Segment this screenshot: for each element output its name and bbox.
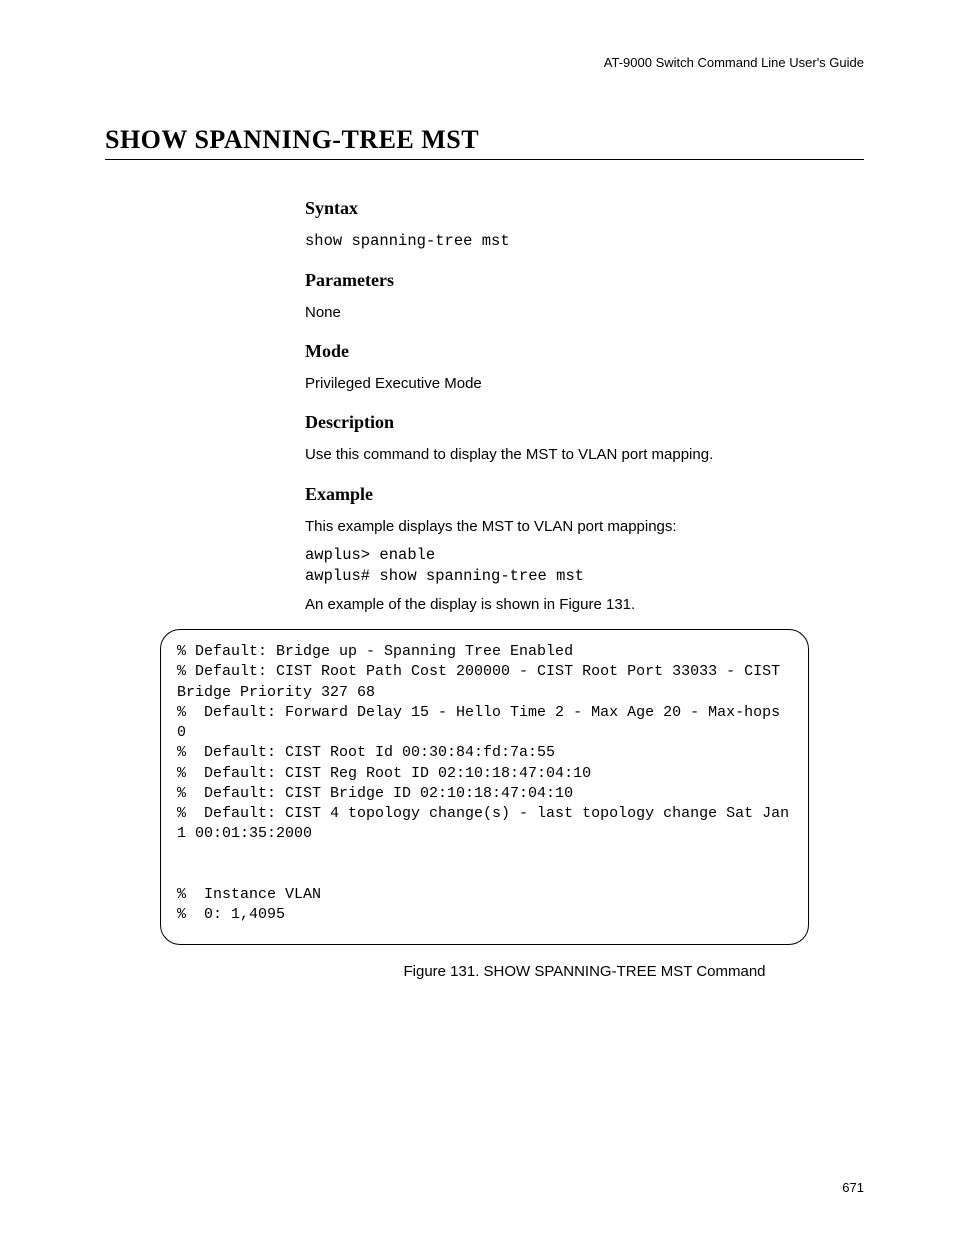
description-text: Use this command to display the MST to V… [305, 445, 864, 465]
mode-text: Privileged Executive Mode [305, 374, 864, 394]
example-intro: This example displays the MST to VLAN po… [305, 517, 864, 537]
example-code: awplus> enable awplus# show spanning-tre… [305, 545, 864, 587]
body-content: Syntax show spanning-tree mst Parameters… [305, 198, 864, 615]
page: AT-9000 Switch Command Line User's Guide… [0, 0, 954, 1235]
syntax-heading: Syntax [305, 198, 864, 219]
example-heading: Example [305, 484, 864, 505]
figure-caption: Figure 131. SHOW SPANNING-TREE MST Comma… [305, 963, 864, 980]
syntax-code: show spanning-tree mst [305, 231, 864, 252]
output-box: % Default: Bridge up - Spanning Tree Ena… [160, 629, 809, 945]
parameters-heading: Parameters [305, 270, 864, 291]
output-text: % Default: Bridge up - Spanning Tree Ena… [177, 642, 792, 926]
parameters-text: None [305, 303, 864, 323]
example-note: An example of the display is shown in Fi… [305, 595, 864, 615]
page-number: 671 [842, 1180, 864, 1195]
mode-heading: Mode [305, 341, 864, 362]
running-header: AT-9000 Switch Command Line User's Guide [105, 55, 864, 70]
page-title: SHOW SPANNING-TREE MST [105, 125, 864, 160]
description-heading: Description [305, 412, 864, 433]
